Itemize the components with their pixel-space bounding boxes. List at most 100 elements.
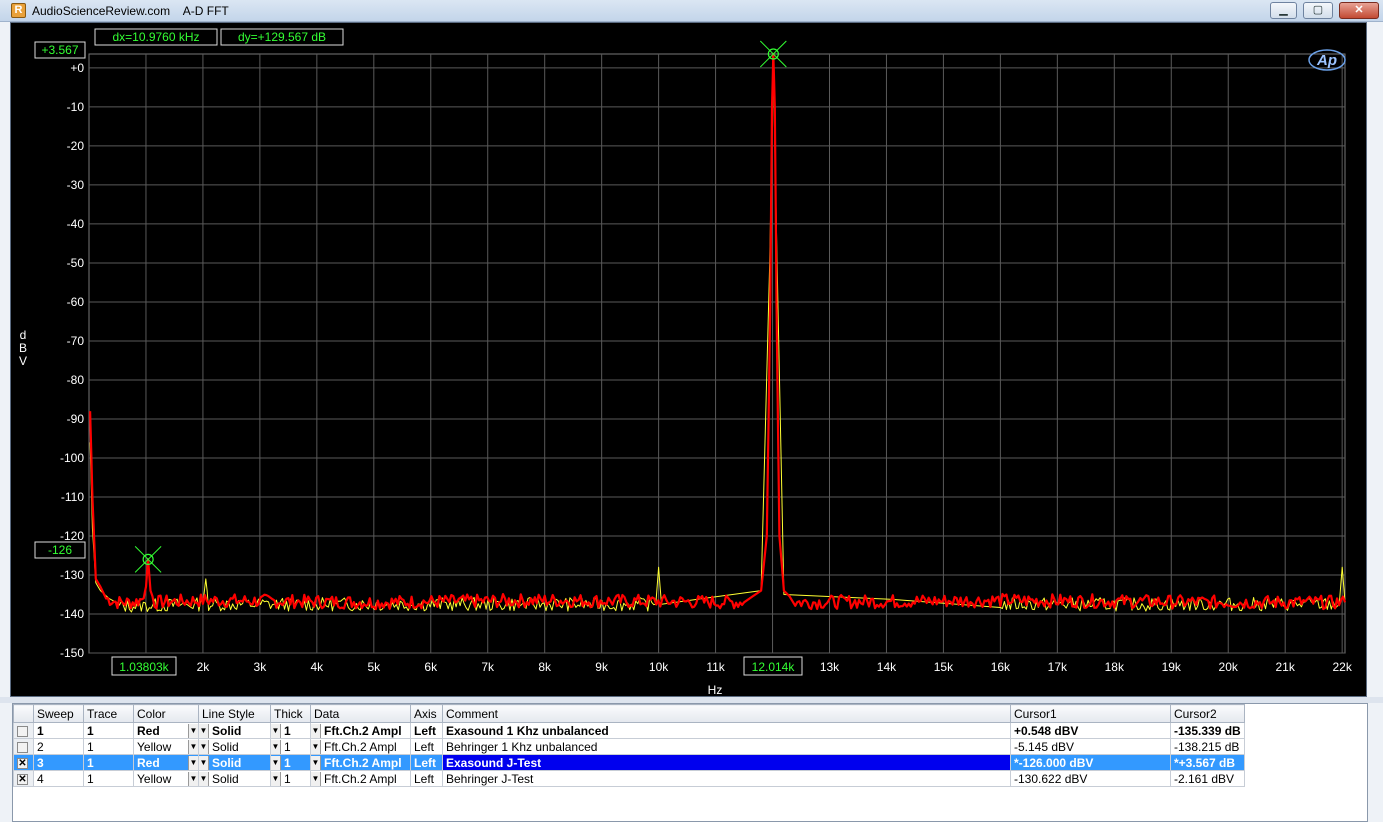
row-checkbox-cell[interactable] xyxy=(13,738,34,755)
cell-color[interactable]: Red ▼ xyxy=(133,722,199,739)
y-tick-label: -70 xyxy=(67,334,85,348)
cell-thick[interactable]: ▼ 1 xyxy=(270,722,311,739)
dropdown-arrow-icon[interactable]: ▼ xyxy=(311,755,321,770)
fft-chart[interactable]: +0 -10 -20 -30 -40 -50 -60 -70 -80 -90 -100 -110 -12… xyxy=(11,23,1368,698)
cell-line-style-text: Solid xyxy=(212,755,242,770)
cell-color[interactable]: Yellow ▼ xyxy=(133,770,199,787)
dropdown-arrow-icon[interactable]: ▼ xyxy=(199,771,209,786)
y-tick-label: +0 xyxy=(70,61,84,75)
cell-data[interactable]: ▼ Fft.Ch.2 Ampl xyxy=(310,722,411,739)
cell-cursor2[interactable]: *+3.567 dB xyxy=(1170,754,1245,771)
cell-trace-text: 1 xyxy=(87,723,94,738)
cell-line-style[interactable]: ▼ Solid xyxy=(198,722,271,739)
col-header-line-style[interactable]: Line Style xyxy=(198,704,271,723)
cell-axis[interactable]: Left xyxy=(410,754,443,771)
cell-thick[interactable]: ▼ 1 xyxy=(270,738,311,755)
dy-readout: dy=+129.567 dB xyxy=(238,30,326,44)
title-bar[interactable]: R AudioScienceReview.com A-D FFT ▁ ▢ ✕ xyxy=(0,0,1383,22)
cell-trace[interactable]: 1 xyxy=(83,738,134,755)
cell-trace[interactable]: 1 xyxy=(83,754,134,771)
cell-cursor1[interactable]: +0.548 dBV xyxy=(1010,722,1171,739)
row-checkbox-cell[interactable] xyxy=(13,722,34,739)
col-header-cursor2[interactable]: Cursor2 xyxy=(1170,704,1245,723)
dropdown-arrow-icon[interactable]: ▼ xyxy=(271,771,281,786)
cell-cursor1[interactable]: -130.622 dBV xyxy=(1010,770,1171,787)
row-checkbox[interactable] xyxy=(17,741,28,753)
dropdown-arrow-icon[interactable]: ▼ xyxy=(188,740,198,754)
cell-thick[interactable]: ▼ 1 xyxy=(270,770,311,787)
maximize-button[interactable]: ▢ xyxy=(1303,2,1333,19)
sweep-table[interactable]: Sweep Trace Color Line Style Thick Data … xyxy=(12,703,1368,822)
col-header-cursor1[interactable]: Cursor1 xyxy=(1010,704,1171,723)
row-checkbox-cell[interactable]: ✕ xyxy=(13,770,34,787)
x-tick-label: 10k xyxy=(649,660,669,674)
row-checkbox[interactable]: ✕ xyxy=(17,773,28,785)
dropdown-arrow-icon[interactable]: ▼ xyxy=(271,739,281,754)
col-header-thick[interactable]: Thick xyxy=(270,704,311,723)
dropdown-arrow-icon[interactable]: ▼ xyxy=(271,723,281,738)
table-row[interactable]: 2 1 Yellow ▼ ▼ Solid ▼ 1 ▼ Fft.Ch.2 Ampl Left Behri… xyxy=(13,738,1245,755)
fft-graph-panel[interactable]: +0 -10 -20 -30 -40 -50 -60 -70 -80 -90 -100 -110 -12… xyxy=(10,22,1367,697)
dropdown-arrow-icon[interactable]: ▼ xyxy=(199,723,209,738)
dropdown-arrow-icon[interactable]: ▼ xyxy=(311,723,321,738)
cell-trace[interactable]: 1 xyxy=(83,770,134,787)
cell-axis-text: Left xyxy=(414,723,436,738)
cell-trace[interactable]: 1 xyxy=(83,722,134,739)
cell-thick[interactable]: ▼ 1 xyxy=(270,754,311,771)
cell-color[interactable]: Red ▼ xyxy=(133,754,199,771)
dropdown-arrow-icon[interactable]: ▼ xyxy=(199,739,209,754)
cell-axis[interactable]: Left xyxy=(410,722,443,739)
cell-cursor1[interactable]: -5.145 dBV xyxy=(1010,738,1171,755)
cell-cursor1[interactable]: *-126.000 dBV xyxy=(1010,754,1171,771)
x-tick-label: 5k xyxy=(367,660,381,674)
cell-data[interactable]: ▼ Fft.Ch.2 Ampl xyxy=(310,754,411,771)
col-header-color[interactable]: Color xyxy=(133,704,199,723)
cell-line-style[interactable]: ▼ Solid xyxy=(198,738,271,755)
cell-sweep[interactable]: 1 xyxy=(33,722,84,739)
cell-cursor2[interactable]: -135.339 dB xyxy=(1170,722,1245,739)
dropdown-arrow-icon[interactable]: ▼ xyxy=(188,724,198,738)
table-row[interactable]: 1 1 Red ▼ ▼ Solid ▼ 1 ▼ Fft.Ch.2 Ampl Left Exasound… xyxy=(13,722,1245,739)
cell-cursor2[interactable]: -2.161 dBV xyxy=(1170,770,1245,787)
x-tick-label: 13k xyxy=(820,660,840,674)
col-header-data[interactable]: Data xyxy=(310,704,411,723)
row-checkbox[interactable]: ✕ xyxy=(17,757,28,769)
cell-line-style[interactable]: ▼ Solid xyxy=(198,770,271,787)
dropdown-arrow-icon[interactable]: ▼ xyxy=(311,771,321,786)
close-button[interactable]: ✕ xyxy=(1339,2,1379,19)
dropdown-arrow-icon[interactable]: ▼ xyxy=(199,755,209,770)
cell-axis[interactable]: Left xyxy=(410,738,443,755)
table-row[interactable]: ✕ 4 1 Yellow ▼ ▼ Solid ▼ 1 ▼ Fft.Ch.2 Ampl Left Behr… xyxy=(13,770,1245,787)
col-header-comment[interactable]: Comment xyxy=(442,704,1011,723)
row-header-corner xyxy=(13,704,34,723)
table-row[interactable]: ✕ 3 1 Red ▼ ▼ Solid ▼ 1 ▼ Fft.Ch.2 Ampl Left Exasoun… xyxy=(13,754,1245,771)
row-checkbox[interactable] xyxy=(17,725,28,737)
cell-data[interactable]: ▼ Fft.Ch.2 Ampl xyxy=(310,770,411,787)
dx-readout: dx=10.9760 kHz xyxy=(112,30,199,44)
cell-color-text: Red xyxy=(137,723,160,738)
cell-comment[interactable]: Behringer J-Test xyxy=(442,770,1011,787)
cell-sweep[interactable]: 3 xyxy=(33,754,84,771)
col-header-sweep[interactable]: Sweep xyxy=(33,704,84,723)
cell-trace-text: 1 xyxy=(87,739,94,754)
dropdown-arrow-icon[interactable]: ▼ xyxy=(311,739,321,754)
dropdown-arrow-icon[interactable]: ▼ xyxy=(188,772,198,786)
y-axis-label-char: d xyxy=(20,328,27,342)
dropdown-arrow-icon[interactable]: ▼ xyxy=(271,755,281,770)
cell-sweep[interactable]: 4 xyxy=(33,770,84,787)
col-header-axis[interactable]: Axis xyxy=(410,704,443,723)
cell-color[interactable]: Yellow ▼ xyxy=(133,738,199,755)
cell-comment[interactable]: Behringer 1 Khz unbalanced xyxy=(442,738,1011,755)
cell-line-style[interactable]: ▼ Solid xyxy=(198,754,271,771)
minimize-button[interactable]: ▁ xyxy=(1270,2,1297,19)
cell-cursor2[interactable]: -138.215 dB xyxy=(1170,738,1245,755)
x-tick-label: 3k xyxy=(254,660,268,674)
dropdown-arrow-icon[interactable]: ▼ xyxy=(188,756,198,770)
cell-sweep[interactable]: 2 xyxy=(33,738,84,755)
col-header-trace[interactable]: Trace xyxy=(83,704,134,723)
cell-axis[interactable]: Left xyxy=(410,770,443,787)
cell-comment[interactable]: Exasound 1 Khz unbalanced xyxy=(442,722,1011,739)
cell-data[interactable]: ▼ Fft.Ch.2 Ampl xyxy=(310,738,411,755)
row-checkbox-cell[interactable]: ✕ xyxy=(13,754,34,771)
cell-comment[interactable]: Exasound J-Test xyxy=(442,754,1011,771)
